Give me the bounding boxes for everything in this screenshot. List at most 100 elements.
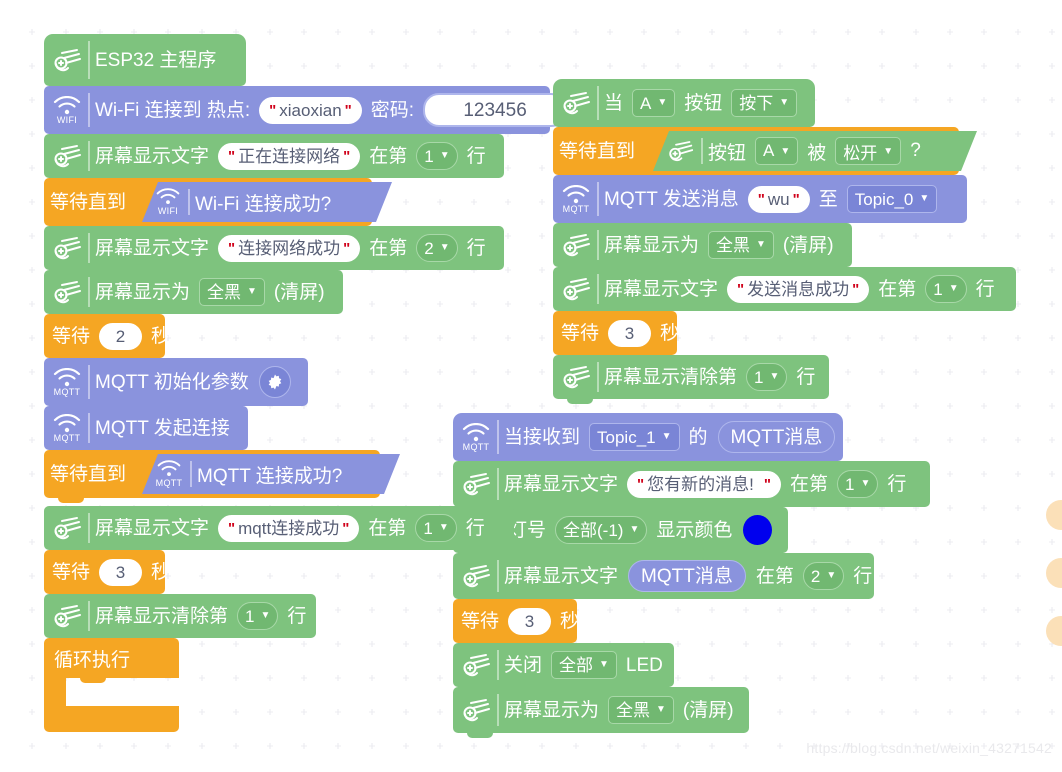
show-text-value-field[interactable]: " 连接网络成功 " <box>218 234 361 262</box>
block-turn-off-led[interactable]: 关闭 全部 ▼ LED <box>453 643 674 692</box>
mqtt-icon: MQTT <box>553 175 599 223</box>
led-index-dropdown[interactable]: 全部(-1) ▼ <box>555 516 648 544</box>
block-screen-clear-b[interactable]: 屏幕显示为 全黑 ▼ (清屏) <box>553 223 852 272</box>
clear-line-label-1: 屏幕显示清除第 <box>604 366 738 388</box>
mqtt-send-label-1: MQTT 发送消息 <box>604 188 739 210</box>
screen-color-dropdown[interactable]: 全黑 ▼ <box>608 696 674 724</box>
show-text-value-field[interactable]: " 发送消息成功 " <box>727 275 870 303</box>
block-mqtt-connect[interactable]: MQTT MQTT 发起连接 <box>44 406 248 455</box>
on-button-label-2: 按钮 <box>684 92 723 114</box>
show-text-line-dropdown[interactable]: 1 ▼ <box>416 142 458 170</box>
show-text-line-dropdown[interactable]: 1 ▼ <box>837 470 879 498</box>
forever-loop-header[interactable]: 循环执行 <box>44 638 179 678</box>
block-wifi-connect[interactable]: WIFI Wi-Fi 连接到 热点: " xiaoxian " 密码: 123456 <box>44 86 568 139</box>
block-on-button-pressed[interactable]: 当 A ▼ 按钮 按下 ▼ <box>553 79 815 132</box>
mqtt-message-reporter[interactable]: MQTT消息 <box>628 560 746 592</box>
boolean-button-label-2: 被 <box>807 142 827 164</box>
boolean-mqtt-connected-label: MQTT 连接成功? <box>197 465 343 487</box>
screen-color-dropdown[interactable]: 全黑 ▼ <box>708 231 774 259</box>
show-text-value-field[interactable]: " mqtt连接成功 " <box>218 514 360 542</box>
wait-seconds-field[interactable]: 3 <box>608 319 652 347</box>
esp32-board-icon <box>453 553 499 599</box>
led-color-swatch[interactable] <box>743 515 772 545</box>
wait-seconds-field[interactable]: 2 <box>99 322 143 350</box>
button-event-dropdown[interactable]: 按下 ▼ <box>731 89 798 117</box>
block-on-mqtt-message[interactable]: MQTT 当接收到 Topic_1 ▼ 的 MQTT消息 <box>453 413 843 466</box>
show-text-line-dropdown[interactable]: 1 ▼ <box>925 275 967 303</box>
screen-clear-label-2: (清屏) <box>682 699 734 721</box>
wait-label-2: 秒 <box>660 322 680 344</box>
block-wait-3-seconds-b[interactable]: 等待 3 秒 <box>553 311 680 360</box>
wait-label-1: 等待 <box>52 561 91 583</box>
mqtt-send-label-2: 至 <box>818 188 838 210</box>
block-wait-2-seconds[interactable]: 等待 2 秒 <box>44 314 170 363</box>
forever-loop-label: 循环执行 <box>54 649 131 671</box>
block-screen-show-text-m2[interactable]: 屏幕显示文字 MQTT消息 在第 2 ▼ 行 <box>453 553 874 604</box>
block-mqtt-send-message[interactable]: MQTT MQTT 发送消息 " wu " 至 Topic_0 ▼ <box>553 175 967 228</box>
show-text-line-dropdown[interactable]: 1 ▼ <box>415 514 457 542</box>
block-screen-show-text-3[interactable]: 屏幕显示文字 " mqtt连接成功 " 在第 1 ▼ 行 <box>44 506 514 555</box>
show-text-value-field[interactable]: " 正在连接网络 " <box>218 142 361 170</box>
show-text-line-dropdown[interactable]: 2 ▼ <box>802 562 845 590</box>
forever-loop-footer <box>44 706 179 732</box>
show-text-label-1: 屏幕显示文字 <box>504 565 619 587</box>
boolean-button-released[interactable]: 按钮 A ▼ 被 松开 ▼ ? <box>653 131 977 171</box>
block-screen-show-text-2[interactable]: 屏幕显示文字 " 连接网络成功 " 在第 2 ▼ 行 <box>44 226 504 275</box>
mqtt-icon-label: MQTT <box>53 432 81 443</box>
block-wait-3-seconds-a[interactable]: 等待 3 秒 <box>44 550 170 599</box>
block-mqtt-init[interactable]: MQTT MQTT 初始化参数 <box>44 358 308 411</box>
show-text-label-3: 行 <box>975 278 995 300</box>
block-screen-clear-line-1[interactable]: 屏幕显示清除第 1 ▼ 行 <box>44 594 316 643</box>
boolean-button-state-dropdown[interactable]: 松开 ▼ <box>835 137 901 165</box>
block-esp32-main-program[interactable]: ESP32 主程序 <box>44 34 246 91</box>
block-screen-clear-line-b[interactable]: 屏幕显示清除第 1 ▼ 行 <box>553 355 829 404</box>
gear-icon[interactable] <box>258 366 291 398</box>
show-text-label-3: 行 <box>466 237 486 259</box>
boolean-mqtt-connected[interactable]: MQTT MQTT 连接成功? <box>142 454 400 494</box>
mqtt-icon-label: MQTT <box>562 203 590 214</box>
button-id-dropdown[interactable]: A ▼ <box>632 89 676 117</box>
mqtt-message-reporter[interactable]: MQTT消息 <box>717 421 836 453</box>
mqtt-message-value: wu <box>767 189 790 209</box>
wait-label-2: 秒 <box>151 561 171 583</box>
mqtt-init-label: MQTT 初始化参数 <box>95 371 249 393</box>
esp32-board-icon <box>44 506 90 550</box>
esp32-board-icon <box>553 223 599 267</box>
wait-seconds-field[interactable]: 3 <box>99 558 143 586</box>
forever-loop-inner-notch <box>80 678 106 683</box>
wifi-ssid-value: xiaoxian <box>279 100 342 120</box>
wifi-ssid-field[interactable]: " xiaoxian " <box>259 96 362 124</box>
esp32-board-icon <box>453 461 499 507</box>
mqtt-topic-value: Topic_0 <box>854 189 914 209</box>
clear-line-value: 1 <box>754 367 764 387</box>
mqtt-message-field[interactable]: " wu " <box>747 185 810 213</box>
screen-color-dropdown[interactable]: 全黑 ▼ <box>199 278 265 306</box>
wifi-password-field[interactable]: 123456 <box>423 93 568 127</box>
show-text-line-dropdown[interactable]: 2 ▼ <box>416 234 458 262</box>
block-label: ESP32 主程序 <box>95 49 217 71</box>
boolean-button-label-3: ? <box>910 140 921 161</box>
clear-line-dropdown[interactable]: 1 ▼ <box>237 602 279 630</box>
show-text-label-1: 屏幕显示文字 <box>95 517 210 539</box>
block-screen-show-text-1[interactable]: 屏幕显示文字 " 正在连接网络 " 在第 1 ▼ 行 <box>44 134 504 183</box>
wait-seconds-field[interactable]: 3 <box>508 607 552 635</box>
screen-clear-label-1: 屏幕显示为 <box>504 699 600 721</box>
mqtt-topic-dropdown[interactable]: Topic_0 ▼ <box>846 185 938 213</box>
block-screen-clear-m[interactable]: 屏幕显示为 全黑 ▼ (清屏) <box>453 687 749 738</box>
block-wait-3-seconds-c[interactable]: 等待 3 秒 <box>453 599 579 648</box>
led-off-scope-dropdown[interactable]: 全部 ▼ <box>551 651 617 679</box>
wifi-connect-label-1: Wi-Fi 连接到 热点: <box>95 99 251 121</box>
wifi-connect-label-2: 密码: <box>370 99 415 121</box>
mqtt-topic-dropdown[interactable]: Topic_1 ▼ <box>589 423 680 451</box>
block-forever-loop[interactable]: 循环执行 <box>44 638 179 732</box>
clear-line-dropdown[interactable]: 1 ▼ <box>746 363 788 391</box>
show-text-value-field[interactable]: " 您有新的消息! " <box>627 470 781 498</box>
block-screen-show-text-m1[interactable]: 屏幕显示文字 " 您有新的消息! " 在第 1 ▼ 行 <box>453 461 930 512</box>
boolean-button-id-dropdown[interactable]: A ▼ <box>755 137 798 165</box>
block-screen-clear-1[interactable]: 屏幕显示为 全黑 ▼ (清屏) <box>44 270 343 319</box>
on-mqtt-label-2: 的 <box>688 426 708 448</box>
show-text-value: 发送消息成功 <box>747 279 850 299</box>
mqtt-connect-label: MQTT 发起连接 <box>95 417 230 439</box>
boolean-wifi-connected[interactable]: WIFI Wi-Fi 连接成功? <box>142 182 392 222</box>
block-screen-show-text-b1[interactable]: 屏幕显示文字 " 发送消息成功 " 在第 1 ▼ 行 <box>553 267 1016 316</box>
